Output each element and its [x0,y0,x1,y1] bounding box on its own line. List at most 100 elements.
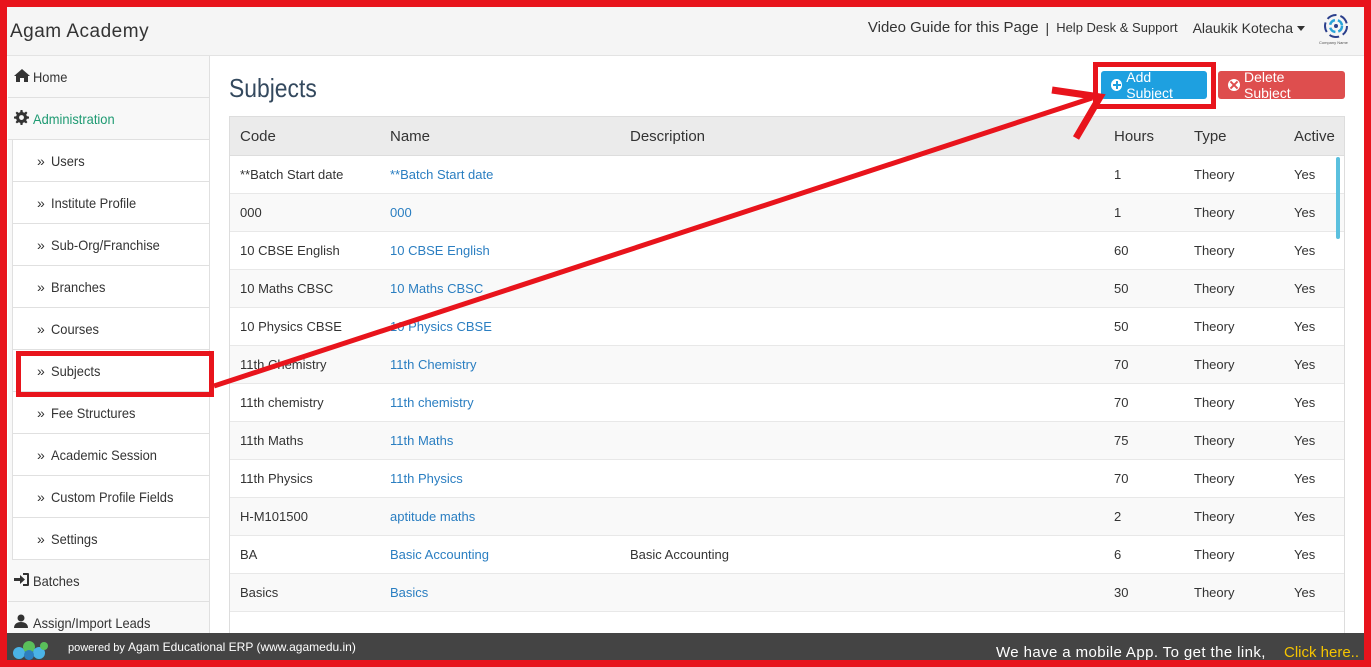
subject-name-link[interactable]: 11th Maths [390,433,453,448]
double-chevron-right-icon: » [37,152,45,169]
table-cell-hours: 30 [1114,585,1129,600]
table-row[interactable]: Basics Basics 30 Theory Yes [230,574,1344,612]
table-cell-active: Yes [1294,509,1316,524]
double-chevron-right-icon: » [37,194,45,211]
sidebar-item-fee-structures[interactable]: » Fee Structures [12,392,209,434]
table-cell-type: Theory [1194,585,1235,600]
times-circle-icon [1228,79,1240,91]
caret-down-icon [1297,26,1305,32]
sidebar-item-label: Assign/Import Leads [33,614,151,631]
brand-title[interactable]: Agam Academy [10,21,149,43]
powered-by-text: powered by Agam Educational ERP (www.aga… [68,640,356,654]
table-cell-type: Theory [1194,205,1235,220]
subject-name-link[interactable]: Basics [390,585,428,600]
table-cell-hours: 60 [1114,243,1129,258]
sidebar-item-home[interactable]: Home [8,56,209,98]
sidebar-item-sub-org-franchise[interactable]: » Sub-Org/Franchise [12,224,209,266]
gear-icon [14,109,30,128]
table-row[interactable]: H-M101500 aptitude maths 2 Theory Yes [230,498,1344,536]
subject-name-link[interactable]: 10 Maths CBSC [390,281,483,296]
table-cell-type: Theory [1194,357,1235,372]
double-chevron-right-icon: » [37,236,45,253]
click-here-link[interactable]: Click here.. [1284,644,1359,661]
sidebar-item-label: Institute Profile [50,194,136,211]
table-cell-code: 11th chemistry [240,395,324,410]
sidebar-item-assign-import-leads[interactable]: Assign/Import Leads [8,602,209,634]
sidebar-item-label: Sub-Org/Franchise [50,236,160,253]
column-header-active[interactable]: Active [1294,128,1335,145]
help-desk-link[interactable]: Help Desk & Support [1056,20,1177,35]
table-row[interactable]: 11th Chemistry 11th Chemistry 70 Theory Yes [230,346,1344,384]
table-cell-active: Yes [1294,281,1316,296]
table-cell-code: H-M101500 [240,509,308,524]
sidebar-item-label: Courses [50,320,99,337]
table-cell-code: 10 CBSE English [240,243,340,258]
subject-name-link[interactable]: 11th Physics [390,471,463,486]
table-row[interactable]: 11th Physics 11th Physics 70 Theory Yes [230,460,1344,498]
table-cell-type: Theory [1194,281,1235,296]
sidebar-item-batches[interactable]: Batches [8,560,209,602]
sidebar-item-label: Home [33,68,68,85]
table-row[interactable]: BA Basic Accounting Basic Accounting 6 Theor… [230,536,1344,574]
top-navbar: Agam Academy Video Guide for this Page |… [0,0,1371,56]
user-menu[interactable]: Alaukik Kotecha [1193,20,1305,36]
table-row[interactable]: 11th chemistry 11th chemistry 70 Theory Yes [230,384,1344,422]
table-row[interactable]: 10 CBSE English 10 CBSE English 60 Theory Ye… [230,232,1344,270]
column-header-description[interactable]: Description [630,128,705,145]
sidebar-item-academic-session[interactable]: » Academic Session [12,434,209,476]
sidebar-item-settings[interactable]: » Settings [12,518,209,560]
table-cell-code: 10 Physics CBSE [240,319,342,334]
sidebar-item-branches[interactable]: » Branches [12,266,209,308]
company-logo-text: Company Name [1319,40,1348,45]
column-header-type[interactable]: Type [1194,128,1227,145]
table-cell-active: Yes [1294,319,1316,334]
video-guide-link[interactable]: Video Guide for this Page [868,19,1039,36]
page-title: Subjects [229,73,317,103]
table-cell-code: 10 Maths CBSC [240,281,334,296]
subject-name-link[interactable]: 11th Chemistry [390,357,476,372]
subject-name-link[interactable]: **Batch Start date [390,167,493,182]
annotation-box-add-subject [1093,62,1216,109]
table-cell-active: Yes [1294,395,1316,410]
table-cell-hours: 50 [1114,319,1129,334]
subject-name-link[interactable]: 11th chemistry [390,395,474,410]
table-row[interactable]: 10 Maths CBSC 10 Maths CBSC 50 Theory Yes [230,270,1344,308]
sidebar-item-label: Settings [50,530,98,547]
table-row[interactable]: 10 Physics CBSE 10 Physics CBSE 50 Theory Ye… [230,308,1344,346]
sidebar-item-courses[interactable]: » Courses [12,308,209,350]
table-cell-type: Theory [1194,319,1235,334]
sidebar-item-administration[interactable]: Administration [8,98,209,140]
table-cell-code: 11th Chemistry [240,357,327,372]
mobile-app-text: We have a mobile App. To get the link, [996,644,1266,661]
subject-name-link[interactable]: 10 CBSE English [390,243,490,258]
delete-subject-button[interactable]: Delete Subject [1218,69,1345,101]
table-cell-active: Yes [1294,547,1316,562]
sidebar-item-custom-profile-fields[interactable]: » Custom Profile Fields [12,476,209,518]
table-cell-type: Theory [1194,395,1235,410]
subject-name-link[interactable]: 000 [390,205,412,220]
table-row[interactable]: **Batch Start date **Batch Start date 1 The… [230,156,1344,194]
table-cell-type: Theory [1194,167,1235,182]
subject-name-link[interactable]: aptitude maths [390,509,475,524]
table-cell-active: Yes [1294,205,1316,220]
column-header-name[interactable]: Name [390,128,430,145]
table-cell-active: Yes [1294,433,1316,448]
table-cell-hours: 75 [1114,433,1129,448]
column-header-hours[interactable]: Hours [1114,128,1154,145]
sidebar-item-institute-profile[interactable]: » Institute Profile [12,182,209,224]
table-row[interactable]: 11th Maths 11th Maths 75 Theory Yes [230,422,1344,460]
subject-name-link[interactable]: 10 Physics CBSE [390,319,492,334]
sidebar-item-label: Fee Structures [50,404,136,421]
annotation-box-subjects [16,351,214,397]
delete-subject-label: Delete Subject [1244,69,1291,101]
table-row[interactable]: 000 000 1 Theory Yes [230,194,1344,232]
table-scrollbar[interactable] [1336,157,1340,239]
sidebar-item-users[interactable]: » Users [12,140,209,182]
table-cell-hours: 70 [1114,357,1129,372]
powered-by-link[interactable]: Agam Educational ERP (www.agamedu.in) [128,640,356,654]
nav-separator: | [1045,19,1050,36]
company-logo-icon [1324,14,1348,38]
column-header-code[interactable]: Code [240,128,276,145]
subject-name-link[interactable]: Basic Accounting [390,547,489,562]
footer: powered by Agam Educational ERP (www.aga… [0,633,1371,667]
